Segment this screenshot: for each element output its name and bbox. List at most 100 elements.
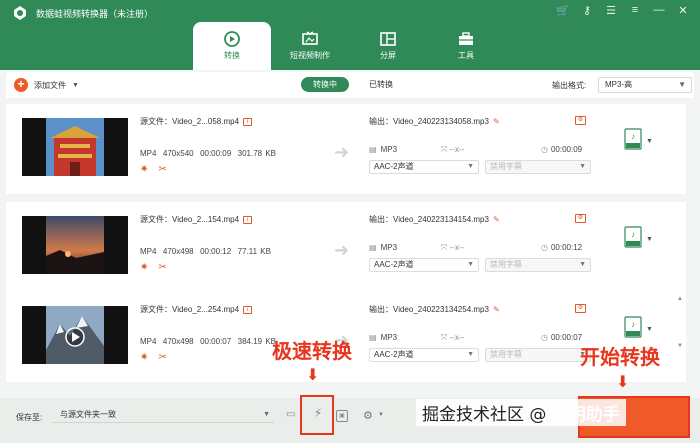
tab-tools[interactable]: 工具 <box>427 22 505 70</box>
source-meta: MP4 470x498 00:00:07 384.19 KB <box>140 337 277 346</box>
info-icon[interactable]: i <box>243 117 253 126</box>
chevron-down-icon: ▼ <box>579 163 586 170</box>
output-duration: ◷ 00:00:07 <box>541 333 583 342</box>
tab-split-screen[interactable]: 分屏 <box>349 22 427 70</box>
source-meta: MP4 470x540 00:00:09 301.78 KB <box>140 149 277 158</box>
clock-icon: ◷ <box>541 243 548 252</box>
row-tools: ✷ ✂ <box>140 352 167 363</box>
film-icon: ▤ <box>369 333 377 342</box>
add-file-button[interactable]: + 添加文件 ▼ <box>14 78 79 92</box>
output-settings-icon[interactable]: ⚙ <box>575 214 586 223</box>
chevron-down-icon[interactable]: ▼ <box>646 138 653 145</box>
app-window: 数据蛙视频转换器（未注册） 🛒 ⚷ ☰ ≡ — ✕ 转换 短视频制作 分屏 工具… <box>0 0 700 443</box>
edit-icon[interactable]: ✎ <box>493 117 500 126</box>
output-duration: ◷ 00:00:12 <box>541 243 583 252</box>
cart-icon[interactable]: 🛒 <box>556 4 570 17</box>
folder-icon[interactable]: ▭ <box>286 409 295 420</box>
video-thumbnail[interactable] <box>22 216 128 274</box>
audio-track-select[interactable]: AAC-2声道 ▼ <box>369 160 479 174</box>
output-file-name: 输出：Video_240223134254.mp3 ✎ <box>369 305 500 314</box>
video-thumbnail[interactable] <box>22 118 128 176</box>
tab-label: 短视频制作 <box>290 51 330 60</box>
video-thumbnail[interactable] <box>22 306 128 364</box>
chevron-down-icon: ▼ <box>678 80 686 89</box>
hardware-accel-icon[interactable]: ▣ <box>336 410 348 422</box>
mp3-format-icon[interactable]: ♪ <box>624 128 642 150</box>
tab-converted[interactable]: 已转换 <box>357 77 405 92</box>
chevron-down-icon: ▼ <box>467 261 474 268</box>
scissors-icon[interactable]: ✂ <box>158 164 166 175</box>
menu-icon[interactable]: ≡ <box>628 4 642 17</box>
app-title: 数据蛙视频转换器（未注册） <box>36 9 154 19</box>
minimize-icon[interactable]: — <box>652 4 666 17</box>
chevron-down-icon: ▼ <box>467 351 474 358</box>
close-icon[interactable]: ✕ <box>676 4 690 17</box>
mp3-format-icon[interactable]: ♪ <box>624 226 642 248</box>
arrow-right-icon: ➜ <box>334 142 350 162</box>
output-duration: ◷ 00:00:09 <box>541 145 583 154</box>
refresh-icon <box>224 31 240 47</box>
status-segment: 转换中 已转换 <box>301 77 405 92</box>
chevron-down-icon: ▼ <box>263 411 270 418</box>
toolbox-icon <box>459 32 473 45</box>
scroll-down-icon[interactable]: ▼ <box>677 343 683 349</box>
scissors-icon[interactable]: ✂ <box>158 262 166 273</box>
chat-icon[interactable]: ☰ <box>604 4 618 17</box>
chevron-down-icon[interactable]: ▼ <box>646 326 653 333</box>
chevron-down-icon[interactable]: ▼ <box>72 82 79 89</box>
title-bar: 数据蛙视频转换器（未注册） 🛒 ⚷ ☰ ≡ — ✕ 转换 短视频制作 分屏 工具 <box>0 0 700 70</box>
list-item: 源文件：Video_2...154.mp4 i MP4 470x498 00:00… <box>6 202 686 292</box>
audio-track-select[interactable]: AAC-2声道 ▼ <box>369 258 479 272</box>
output-meta: ▤ MP3 ⤧ --x-- ◷ 00:00:09 <box>369 145 583 154</box>
subtitle-select[interactable]: 禁用字幕 ▼ <box>485 348 591 362</box>
clock-icon: ◷ <box>541 333 548 342</box>
magic-wand-icon[interactable]: ✷ <box>140 352 148 363</box>
output-meta: ▤ MP3 ⤧ --x-- ◷ 00:00:12 <box>369 243 583 252</box>
svg-text:♪: ♪ <box>631 320 635 329</box>
save-location-select[interactable]: 与源文件夹一致 ▼ <box>52 407 274 423</box>
scissors-icon[interactable]: ✂ <box>158 352 166 363</box>
gear-icon[interactable]: ⚙ <box>363 409 373 422</box>
key-icon[interactable]: ⚷ <box>580 4 594 17</box>
mp3-format-icon[interactable]: ♪ <box>624 316 642 338</box>
annotation-arrow-down-icon: ⬇ <box>306 367 320 384</box>
info-icon[interactable]: i <box>243 215 253 224</box>
tab-label: 工具 <box>458 51 474 60</box>
output-settings-icon[interactable]: ⚙ <box>575 116 586 125</box>
row-tools: ✷ ✂ <box>140 164 167 175</box>
output-resolution: ⤧ --x-- <box>441 333 465 342</box>
output-format-label: 输出格式: <box>552 81 587 90</box>
output-settings-icon[interactable]: ⚙ <box>575 304 586 313</box>
output-format-select[interactable]: MP3-高 ▼ <box>598 77 692 93</box>
subtitle-select[interactable]: 禁用字幕 ▼ <box>485 258 591 272</box>
source-file-name: 源文件：Video_2...254.mp4 i <box>140 304 253 315</box>
magic-wand-icon[interactable]: ✷ <box>140 164 148 175</box>
lightning-icon: ⚡ <box>313 406 323 420</box>
audio-track-select[interactable]: AAC-2声道 ▼ <box>369 348 479 362</box>
sunset-thumbnail-image <box>46 216 104 274</box>
chevron-down-icon[interactable]: ▼ <box>646 236 653 243</box>
output-format-value: MP3-高 <box>605 80 633 89</box>
info-icon[interactable]: i <box>243 305 253 314</box>
window-controls: 🛒 ⚷ ☰ ≡ — ✕ <box>556 4 690 17</box>
tab-converting[interactable]: 转换中 <box>301 77 349 92</box>
chevron-down-icon: ▼ <box>467 163 474 170</box>
temple-thumbnail-image <box>46 118 104 176</box>
edit-icon[interactable]: ✎ <box>493 305 500 314</box>
annotation-speed-convert: 极速转换 <box>272 339 352 363</box>
chevron-down-icon[interactable]: ▼ <box>378 412 384 418</box>
plus-icon: + <box>14 78 28 92</box>
tab-convert[interactable]: 转换 <box>193 22 271 70</box>
edit-icon[interactable]: ✎ <box>493 215 500 224</box>
clock-icon: ◷ <box>541 145 548 154</box>
tab-short-video[interactable]: 短视频制作 <box>271 22 349 70</box>
save-to-label: 保存至: <box>16 413 43 422</box>
split-screen-icon <box>380 32 396 46</box>
annotation-start-convert: 开始转换 <box>580 345 660 369</box>
output-file-name: 输出：Video_240223134154.mp3 ✎ <box>369 215 500 224</box>
subtitle-select[interactable]: 禁用字幕 ▼ <box>485 160 591 174</box>
tv-icon <box>302 31 318 45</box>
output-meta: ▤ MP3 ⤧ --x-- ◷ 00:00:07 <box>369 333 583 342</box>
magic-wand-icon[interactable]: ✷ <box>140 262 148 273</box>
scroll-up-icon[interactable]: ▲ <box>677 296 683 302</box>
